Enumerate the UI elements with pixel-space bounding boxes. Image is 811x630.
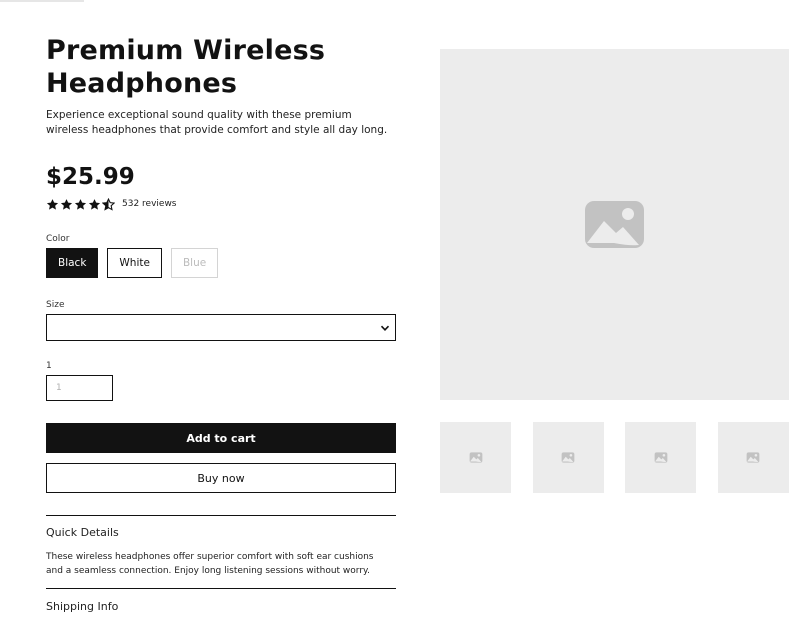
buy-now-button[interactable]: Buy now: [46, 463, 396, 493]
size-select[interactable]: [46, 314, 396, 341]
product-description: Experience exceptional sound quality wit…: [46, 109, 388, 136]
color-option-black[interactable]: Black: [46, 248, 99, 278]
thumbnail[interactable]: [717, 422, 789, 493]
color-option-blue[interactable]: Blue: [170, 248, 219, 278]
size-label: Size: [46, 300, 65, 310]
image-placeholder-icon: [746, 452, 760, 463]
quick-details-toggle[interactable]: Quick Details: [46, 526, 396, 539]
review-count[interactable]: 532 reviews: [122, 199, 177, 209]
product-info: Premium Wireless Headphones Experience e…: [46, 34, 396, 613]
thumbnail-strip: [440, 422, 810, 493]
add-to-cart-button[interactable]: Add to cart: [46, 423, 396, 453]
thumbnail[interactable]: [625, 422, 696, 493]
star-icon: [88, 198, 101, 210]
product-title: Premium Wireless Headphones: [46, 35, 326, 99]
image-placeholder-icon: [585, 201, 644, 248]
image-placeholder-icon: [469, 452, 482, 463]
star-icon: [74, 198, 87, 210]
main-product-image[interactable]: [440, 49, 789, 400]
color-options: Black White Blue: [46, 248, 396, 278]
chevron-down-icon: [380, 325, 390, 331]
star-icon: [60, 198, 73, 210]
shipping-info-toggle[interactable]: Shipping Info: [46, 600, 396, 613]
star-icon: [46, 198, 59, 210]
star-rating: [46, 197, 116, 211]
star-half-icon: [102, 197, 115, 211]
product-price: $25.99: [46, 164, 135, 190]
thumbnail[interactable]: [532, 422, 604, 493]
quick-details-body: These wireless headphones offer superior…: [46, 552, 374, 576]
color-option-white[interactable]: White: [107, 248, 162, 278]
divider: [46, 515, 396, 516]
product-gallery: [440, 49, 810, 493]
image-placeholder-icon: [654, 452, 667, 463]
image-placeholder-icon: [561, 452, 575, 463]
color-label: Color: [46, 234, 70, 244]
quantity-input[interactable]: 1: [46, 375, 113, 401]
top-divider: [0, 0, 84, 2]
thumbnail[interactable]: [440, 422, 511, 493]
quantity-label: 1: [46, 361, 52, 371]
rating: 532 reviews: [46, 196, 396, 212]
divider: [46, 588, 396, 589]
